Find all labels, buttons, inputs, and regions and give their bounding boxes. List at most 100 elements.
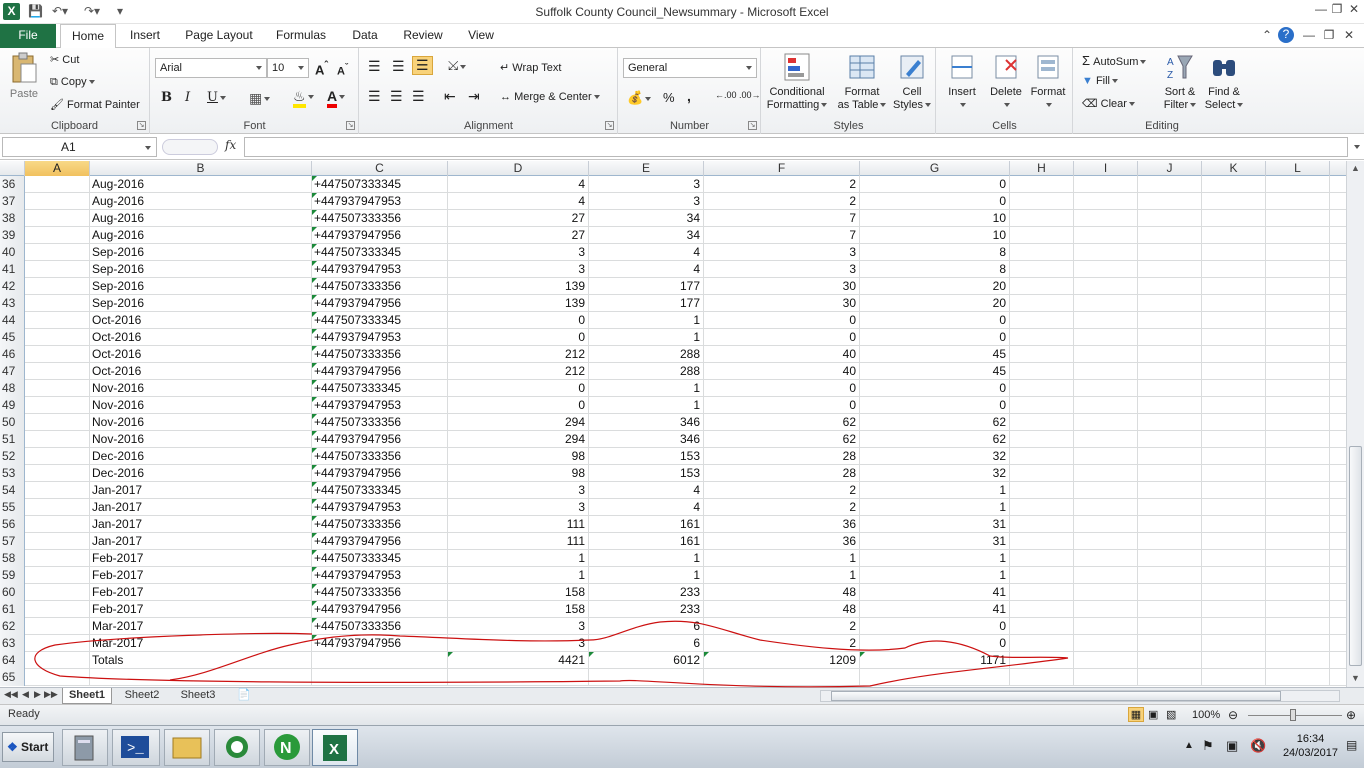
cell-c[interactable]: +447507333356 [312, 584, 448, 601]
cell-i[interactable] [1074, 431, 1138, 448]
cell-styles-button[interactable]: Cell Styles [892, 52, 932, 112]
cell-g[interactable] [860, 669, 1010, 686]
row-header[interactable]: 37 [0, 193, 25, 210]
cell-j[interactable] [1138, 482, 1202, 499]
cell-i[interactable] [1074, 448, 1138, 465]
cell-k[interactable] [1202, 516, 1266, 533]
network-icon[interactable]: ▣ [1226, 738, 1238, 754]
cell-e[interactable]: 153 [589, 465, 704, 482]
cell-a[interactable] [25, 448, 90, 465]
cell-d[interactable]: 1 [448, 567, 589, 584]
column-header-i[interactable]: I [1074, 161, 1138, 176]
cell-j[interactable] [1138, 414, 1202, 431]
cell-c[interactable]: +447937947956 [312, 363, 448, 380]
row-header[interactable]: 61 [0, 601, 25, 618]
cell-d[interactable]: 0 [448, 329, 589, 346]
sheet-tab-1[interactable]: Sheet1 [62, 688, 112, 704]
cell-b[interactable]: Aug-2016 [90, 227, 312, 244]
cell-l[interactable] [1266, 652, 1330, 669]
cell-g[interactable]: 32 [860, 465, 1010, 482]
cell-i[interactable] [1074, 210, 1138, 227]
cell-f[interactable]: 48 [704, 601, 860, 618]
cell-e[interactable]: 346 [589, 414, 704, 431]
cell-b[interactable]: Nov-2016 [90, 397, 312, 414]
cell-l[interactable] [1266, 244, 1330, 261]
borders-icon[interactable]: ▦ [249, 90, 271, 107]
cell-j[interactable] [1138, 567, 1202, 584]
cell-i[interactable] [1074, 227, 1138, 244]
cell-h[interactable] [1010, 465, 1074, 482]
cell-c[interactable]: +447507333356 [312, 346, 448, 363]
zoom-level[interactable]: 100% [1192, 709, 1220, 721]
font-launcher-icon[interactable]: ↘ [346, 121, 355, 130]
cell-l[interactable] [1266, 295, 1330, 312]
cell-g[interactable]: 0 [860, 312, 1010, 329]
cell-f[interactable]: 2 [704, 482, 860, 499]
cell-a[interactable] [25, 635, 90, 652]
start-button[interactable]: ❖ Start [2, 732, 54, 762]
cell-c[interactable] [312, 669, 448, 686]
cell-h[interactable] [1010, 618, 1074, 635]
cell-c[interactable]: +447937947956 [312, 601, 448, 618]
cell-h[interactable] [1010, 431, 1074, 448]
cell-j[interactable] [1138, 533, 1202, 550]
cell-d[interactable]: 111 [448, 516, 589, 533]
cell-g[interactable]: 20 [860, 295, 1010, 312]
insert-cells-button[interactable]: Insert [941, 52, 983, 112]
cell-l[interactable] [1266, 227, 1330, 244]
cell-b[interactable]: Jan-2017 [90, 499, 312, 516]
percent-button[interactable]: % [663, 90, 675, 105]
row-header[interactable]: 39 [0, 227, 25, 244]
doc-minimize-icon[interactable]: — [1300, 28, 1318, 44]
horizontal-scrollbar[interactable] [820, 690, 1340, 702]
cell-k[interactable] [1202, 652, 1266, 669]
cell-j[interactable] [1138, 176, 1202, 193]
cell-a[interactable] [25, 414, 90, 431]
cell-f[interactable]: 7 [704, 210, 860, 227]
cell-f[interactable]: 36 [704, 533, 860, 550]
cell-d[interactable]: 98 [448, 465, 589, 482]
cell-a[interactable] [25, 601, 90, 618]
paste-button[interactable]: Paste [6, 52, 42, 101]
cell-e[interactable]: 3 [589, 176, 704, 193]
cell-k[interactable] [1202, 363, 1266, 380]
cell-f[interactable]: 2 [704, 635, 860, 652]
cell-h[interactable] [1010, 601, 1074, 618]
cell-h[interactable] [1010, 516, 1074, 533]
cell-i[interactable] [1074, 193, 1138, 210]
cell-j[interactable] [1138, 635, 1202, 652]
grow-font-icon[interactable]: Aˆ [315, 60, 328, 77]
row-header[interactable]: 50 [0, 414, 25, 431]
select-all-corner[interactable] [0, 161, 25, 176]
help-icon[interactable]: ? [1278, 27, 1294, 43]
cell-f[interactable]: 1 [704, 550, 860, 567]
page-break-view-icon[interactable]: ▧ [1166, 708, 1176, 721]
cell-i[interactable] [1074, 601, 1138, 618]
cell-k[interactable] [1202, 346, 1266, 363]
cell-e[interactable]: 161 [589, 516, 704, 533]
cell-e[interactable]: 1 [589, 312, 704, 329]
cell-g[interactable]: 0 [860, 397, 1010, 414]
cell-i[interactable] [1074, 465, 1138, 482]
tab-review[interactable]: Review [398, 24, 448, 48]
cell-l[interactable] [1266, 601, 1330, 618]
cell-c[interactable]: +447937947956 [312, 295, 448, 312]
insert-function-icon[interactable]: fx [225, 138, 236, 152]
top-align-icon[interactable]: ☰ [368, 58, 381, 75]
row-header[interactable]: 52 [0, 448, 25, 465]
cell-c[interactable]: +447937947953 [312, 499, 448, 516]
cell-e[interactable]: 4 [589, 244, 704, 261]
name-box[interactable]: A1 [2, 137, 157, 157]
copy-button[interactable]: ⧉ Copy [50, 76, 95, 89]
cell-e[interactable]: 1 [589, 567, 704, 584]
cell-i[interactable] [1074, 669, 1138, 686]
first-sheet-icon[interactable]: ◀◀ [4, 689, 18, 700]
cell-e[interactable] [589, 669, 704, 686]
cell-l[interactable] [1266, 482, 1330, 499]
cell-h[interactable] [1010, 312, 1074, 329]
cell-e[interactable]: 4 [589, 499, 704, 516]
cell-j[interactable] [1138, 261, 1202, 278]
cell-h[interactable] [1010, 261, 1074, 278]
cell-d[interactable]: 3 [448, 244, 589, 261]
cell-g[interactable]: 0 [860, 176, 1010, 193]
